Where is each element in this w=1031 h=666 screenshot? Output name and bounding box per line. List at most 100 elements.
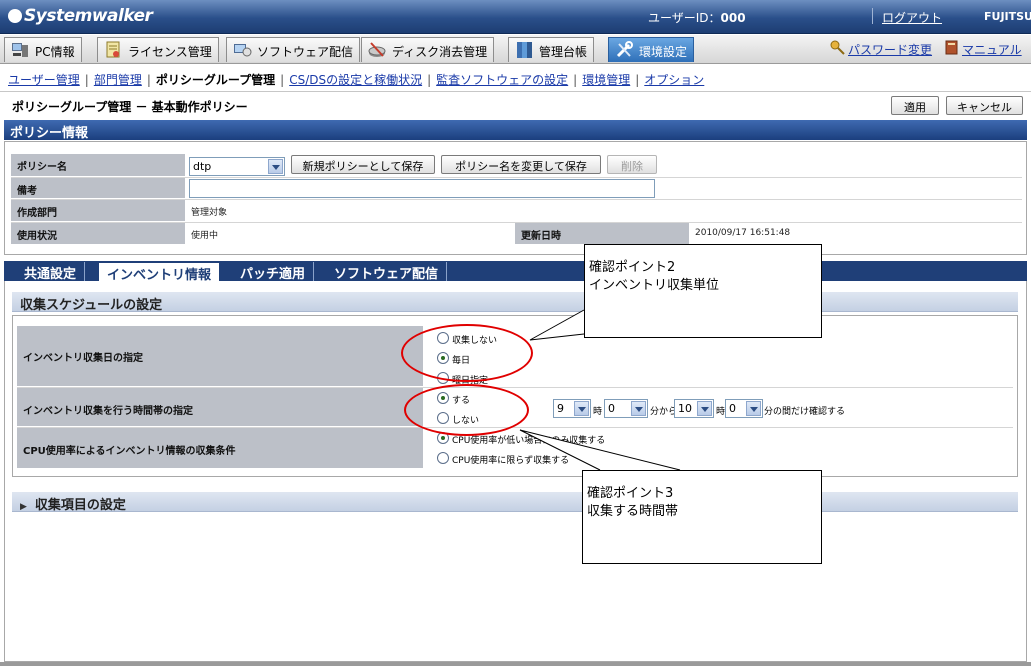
subnav-separator: | bbox=[635, 73, 640, 87]
password-change-label: パスワード変更 bbox=[848, 43, 933, 57]
chevron-down-icon[interactable] bbox=[697, 401, 712, 416]
password-change-link[interactable]: パスワード変更 bbox=[830, 40, 933, 58]
chevron-down-icon[interactable] bbox=[631, 401, 646, 416]
sub-navigation: ユーザー管理 | 部門管理 | ポリシーグループ管理 | CS/DSの設定と稼働状況 | 監査ソ… bbox=[0, 66, 1031, 92]
license-icon bbox=[106, 41, 120, 58]
subnav-separator: | bbox=[146, 73, 151, 87]
subnav-separator: | bbox=[427, 73, 432, 87]
tab-patch-apply[interactable]: パッチ適用 bbox=[232, 262, 315, 282]
cancel-button[interactable]: キャンセル bbox=[946, 96, 1023, 115]
manual-link[interactable]: マニュアル bbox=[945, 40, 1022, 58]
time-window-label: インベントリ収集を行う時間帯の指定 bbox=[17, 388, 423, 426]
page-title: ポリシーグループ管理 － 基本動作ポリシー bbox=[12, 100, 248, 114]
tab-ledger[interactable]: 管理台帳 bbox=[508, 37, 595, 62]
callout-point3: 確認ポイント3 収集する時間帯 bbox=[582, 470, 822, 564]
subnav-audit-software[interactable]: 監査ソフトウェアの設定 bbox=[436, 73, 568, 87]
end-minute-select[interactable]: 0 bbox=[725, 399, 763, 418]
callout-point2-text: インベントリ収集単位 bbox=[589, 278, 720, 293]
expand-triangle-icon[interactable]: ▶ bbox=[20, 502, 27, 512]
radio-cpu-any[interactable]: CPU使用率に限らず収集する bbox=[437, 452, 570, 466]
subnav-department-management[interactable]: 部門管理 bbox=[94, 73, 142, 87]
tab-pc-info[interactable]: PC情報 bbox=[4, 37, 82, 62]
end-hour-value: 10 bbox=[678, 402, 692, 415]
tab-license[interactable]: ライセンス管理 bbox=[97, 37, 219, 62]
apply-button[interactable]: 適用 bbox=[891, 96, 939, 115]
tab-software-delivery-sub[interactable]: ソフトウェア配信 bbox=[326, 262, 448, 282]
department-label: 作成部門 bbox=[11, 200, 185, 221]
chevron-down-icon[interactable] bbox=[746, 401, 761, 416]
chevron-down-icon[interactable] bbox=[268, 159, 283, 174]
subnav-separator: | bbox=[280, 73, 285, 87]
logo-mark-icon bbox=[8, 9, 22, 23]
tab-ledger-label: 管理台帳 bbox=[539, 45, 588, 59]
radio-cpu-low-only-label: CPU使用率が低い場合にのみ収集する bbox=[452, 436, 606, 446]
radio-cpu-any-label: CPU使用率に限らず収集する bbox=[452, 456, 570, 466]
end-minute-value: 0 bbox=[729, 402, 736, 415]
subnav-separator: | bbox=[84, 73, 89, 87]
usage-status-value: 使用中 bbox=[191, 231, 219, 241]
subnav-environment-management[interactable]: 環境管理 bbox=[582, 73, 630, 87]
logout-link[interactable]: ログアウト bbox=[882, 9, 942, 26]
logo-text: Systemwalker bbox=[24, 6, 153, 26]
user-id-display: ユーザーID：000 bbox=[648, 9, 746, 26]
key-icon bbox=[830, 40, 845, 55]
callout-point3-title: 確認ポイント3 bbox=[587, 486, 674, 501]
schedule-group-header: 収集スケジュールの設定 bbox=[12, 292, 1018, 313]
ledger-icon bbox=[517, 42, 532, 58]
collection-day-label: インベントリ収集日の指定 bbox=[17, 326, 423, 386]
from-unit-label: 分から bbox=[650, 407, 678, 417]
callout-point3-text: 収集する時間帯 bbox=[587, 504, 679, 519]
user-id-value: 000 bbox=[720, 11, 746, 25]
subnav-separator: | bbox=[573, 73, 578, 87]
collection-items-header[interactable]: ▶ 収集項目の設定 bbox=[12, 492, 1018, 513]
tools-icon bbox=[616, 41, 633, 58]
disk-erase-icon bbox=[368, 42, 386, 57]
tab-disk-erase-label: ディスク消去管理 bbox=[392, 45, 488, 59]
subnav-options[interactable]: オプション bbox=[644, 73, 704, 87]
check-window-text: 分の間だけ確認する bbox=[764, 407, 846, 417]
policy-info-panel: ポリシー名 dtp 新規ポリシーとして保存 ポリシー名を変更して保存 削除 備考… bbox=[4, 141, 1027, 255]
subnav-policy-group-management: ポリシーグループ管理 bbox=[155, 73, 276, 87]
chevron-down-icon[interactable] bbox=[574, 401, 589, 416]
start-hour-value: 9 bbox=[557, 402, 564, 415]
tab-common-settings[interactable]: 共通設定 bbox=[16, 262, 86, 282]
department-value: 管理対象 bbox=[191, 208, 228, 218]
callout-point2: 確認ポイント2 インベントリ収集単位 bbox=[584, 244, 822, 338]
tab-environment-settings[interactable]: 環境設定 bbox=[608, 37, 695, 62]
updated-at-value: 2010/09/17 16:51:48 bbox=[695, 228, 791, 238]
top-header-bar: Systemwalker ユーザーID：000 ログアウト FUJITSU bbox=[0, 0, 1031, 34]
radio-circle[interactable] bbox=[437, 452, 449, 464]
subnav-user-management[interactable]: ユーザー管理 bbox=[8, 73, 80, 87]
start-hour-select[interactable]: 9 bbox=[553, 399, 591, 418]
start-minute-select[interactable]: 0 bbox=[604, 399, 648, 418]
fujitsu-logo: FUJITSU bbox=[984, 10, 1031, 23]
cpu-condition-label: CPU使用率によるインベントリ情報の収集条件 bbox=[17, 428, 423, 468]
policy-name-value: dtp bbox=[193, 160, 212, 173]
highlight-ellipse-collection-day bbox=[401, 324, 533, 382]
policy-name-label: ポリシー名 bbox=[11, 154, 185, 176]
tab-disk-erase[interactable]: ディスク消去管理 bbox=[361, 37, 495, 62]
end-hour-select[interactable]: 10 bbox=[674, 399, 714, 418]
start-minute-value: 0 bbox=[608, 402, 615, 415]
subnav-cs-ds-settings[interactable]: CS/DSの設定と稼働状況 bbox=[289, 73, 422, 87]
policy-name-select[interactable]: dtp bbox=[189, 157, 285, 176]
header-separator bbox=[872, 8, 873, 24]
software-delivery-icon bbox=[234, 44, 252, 57]
hour-unit-label: 時 bbox=[593, 407, 603, 417]
window-bottom-border bbox=[0, 662, 1031, 666]
rename-and-save-button[interactable]: ポリシー名を変更して保存 bbox=[441, 155, 601, 174]
book-icon bbox=[945, 40, 958, 55]
highlight-ellipse-time-window bbox=[404, 384, 529, 436]
tab-software-delivery[interactable]: ソフトウェア配信 bbox=[226, 37, 361, 62]
tab-pc-info-label: PC情報 bbox=[35, 45, 75, 59]
delete-button[interactable]: 削除 bbox=[607, 155, 657, 174]
systemwalker-logo: Systemwalker bbox=[8, 6, 153, 26]
updated-at-label: 更新日時 bbox=[515, 223, 689, 244]
user-id-label: ユーザーID： bbox=[648, 11, 721, 25]
save-as-new-policy-button[interactable]: 新規ポリシーとして保存 bbox=[291, 155, 435, 174]
manual-label: マニュアル bbox=[962, 43, 1022, 57]
remark-input[interactable] bbox=[189, 179, 655, 198]
tab-inventory-info[interactable]: インベントリ情報 bbox=[98, 262, 221, 283]
tab-environment-settings-label: 環境設定 bbox=[639, 45, 688, 59]
remark-label: 備考 bbox=[11, 178, 185, 198]
